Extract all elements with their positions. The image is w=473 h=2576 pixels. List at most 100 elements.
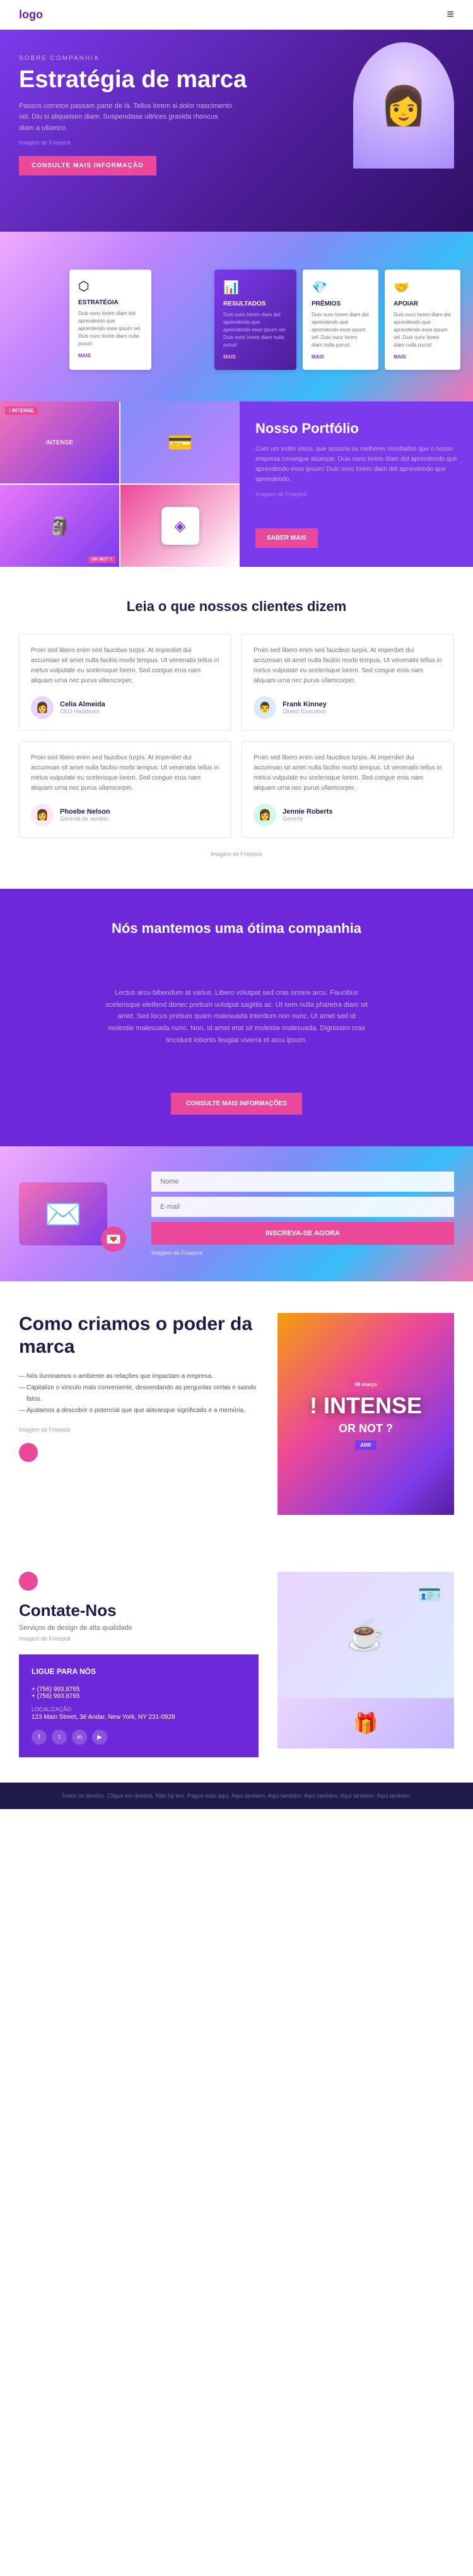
or-not-badge: OR NOT ? <box>88 556 115 563</box>
brand-list-item-1: Nós iluminamos o ambiente as relações qu… <box>19 1371 259 1382</box>
avatar-4: 👩 <box>254 804 276 826</box>
purple-cta-section: Nós mantemos uma ótima companhia Lectus … <box>0 889 473 1146</box>
testimonial-4-author: 👩 Jennie Roberts Gerente <box>254 804 442 826</box>
testimonials-grid: Proin sed libero enim sed faucibus turpi… <box>19 634 454 838</box>
hamburger-icon[interactable]: ≡ <box>447 8 454 22</box>
linkedin-icon[interactable]: in <box>72 1730 87 1745</box>
social-row: f t in ▶ <box>32 1730 246 1745</box>
brand-list-item-2: Capitalize o vínculo mais conveniente, d… <box>19 1382 259 1405</box>
newsletter-section: ✉️ 💌 INSCREVA-SE AGORA Imagem de Freepic… <box>0 1146 473 1281</box>
portfolio-cell-3: 🗿 OR NOT ? <box>0 485 119 567</box>
contact-card: LIGUE PARA NÓS + (756) 993.8765 + (756) … <box>19 1654 259 1757</box>
avatar-1: 👩 <box>31 696 54 719</box>
author-2-role: Diretor Executivo <box>283 708 327 715</box>
testimonial-2-author: 👨 Frank Kinney Diretor Executivo <box>254 696 442 719</box>
cell1-text: INTENSE <box>46 439 73 446</box>
author-4-role: Gerente <box>283 816 332 822</box>
newsletter-graphic: ✉️ 💌 <box>19 1182 132 1245</box>
premio-card: 💎 PRÊMIOS Duis nunc lorem diam dot apren… <box>303 270 378 370</box>
hero-image: 👩 <box>353 42 454 169</box>
testimonials-credit: Imagem de Freepick <box>19 851 454 857</box>
avatar-3: 👩 <box>31 804 54 826</box>
navbar: logo ≡ <box>0 0 473 30</box>
author-4-name: Jennie Roberts <box>283 808 332 816</box>
apoiar-icon: 🤝 <box>394 280 452 295</box>
testimonial-1-author: 👩 Celia Almeida CEO Hackteam <box>31 696 219 719</box>
contact-right: ☕ 🪪 🎁 <box>277 1572 454 1757</box>
apoiar-link[interactable]: MAIS <box>394 354 452 360</box>
contact-section: Contate-Nos Serviços de design de alta q… <box>0 1546 473 1783</box>
contact-phone-2: + (756) 993.8765 <box>32 1693 246 1700</box>
brand-credit: Imagem de Freepick <box>19 1427 259 1433</box>
or-not-large-text: OR NOT ? <box>310 1422 422 1435</box>
youtube-icon[interactable]: ▶ <box>92 1730 107 1745</box>
portfolio-description: Com um estilo único, que associa os melh… <box>255 444 457 485</box>
contact-address-label: LOCALIZAÇÃO <box>32 1706 246 1712</box>
apoiar-card: 🤝 APOIAR Duis nunc lorem diam dot aprend… <box>385 270 460 370</box>
testimonial-4-text: Proin sed libero enim sed faucibus turpi… <box>254 753 442 793</box>
mockup-logo-box: ◈ <box>161 507 199 545</box>
product-mockup-2: 🎁 <box>277 1698 454 1748</box>
testimonial-2-text: Proin sed libero enim sed faucibus turpi… <box>254 646 442 686</box>
newsletter-credit: Imagem de Freepick <box>151 1250 454 1256</box>
portfolio-cell-4: ◈ <box>120 485 240 567</box>
estrategia-link[interactable]: MAIS <box>78 353 143 359</box>
author-2-name: Frank Kinney <box>283 701 327 708</box>
author-1-name: Celia Almeida <box>60 701 105 708</box>
contact-address-value: 123 Main Street, 3é Andar, New York, NY … <box>32 1714 246 1721</box>
testimonial-4: Proin sed libero enim sed faucibus turpi… <box>242 741 454 838</box>
resultados-link[interactable]: MAIS <box>223 354 288 360</box>
author-1-role: CEO Hackteam <box>60 708 105 715</box>
hero-person-graphic: 👩 <box>353 42 454 169</box>
testimonial-2: Proin sed libero enim sed faucibus turpi… <box>242 634 454 731</box>
estrategia-card: ⬡ ESTRATÉGIA Duis nunc lorem diam dot ap… <box>69 270 151 370</box>
apoiar-title: APOIAR <box>394 300 452 307</box>
notification-icon: 💌 <box>101 1226 126 1252</box>
purple-cta-button[interactable]: CONSULTE MAIS INFORMAÇÕES <box>171 1093 302 1115</box>
product-icon-2: 🎁 <box>353 1711 378 1735</box>
portfolio-cell-2: 💳 <box>120 401 240 484</box>
contact-dot <box>19 1572 38 1591</box>
mug-icon: ☕ <box>346 1617 385 1654</box>
hero-description: Passos corretos passam parte de lá. Tell… <box>19 101 233 134</box>
brand-left: Como criamos o poder da marca Nós ilumin… <box>19 1313 259 1515</box>
estrategia-desc: Duis nunc lorem diam dot aprendendo que … <box>78 310 143 348</box>
estrategia-title: ESTRATÉGIA <box>78 299 143 306</box>
apoiar-desc: Duis nunc lorem diam dot aprendendo que … <box>394 311 452 349</box>
premio-link[interactable]: MAIS <box>312 354 370 360</box>
contact-phone-row: + (756) 993.8765 + (756) 993.8765 <box>32 1686 246 1700</box>
product-mockup: ☕ 🪪 <box>277 1572 454 1698</box>
portfolio-cta-button[interactable]: SABER MAIS <box>255 528 318 548</box>
testimonial-1: Proin sed libero enim sed faucibus turpi… <box>19 634 231 731</box>
resultados-icon: 📊 <box>223 280 288 295</box>
avatar-2: 👨 <box>254 696 276 719</box>
footer-text: Todos os direitos. Clique em direitos. N… <box>19 1793 454 1799</box>
newsletter-submit-button[interactable]: INSCREVA-SE AGORA <box>151 1222 454 1245</box>
contact-phone-1: + (756) 993.8765 <box>32 1686 246 1693</box>
newsletter-name-input[interactable] <box>151 1172 454 1192</box>
author-3-name: Phoebe Nelson <box>60 808 110 816</box>
hero-section: SOBRE COMPANHIA Estratégia de marca Pass… <box>0 30 473 232</box>
envelope-icon: ✉️ <box>19 1182 107 1245</box>
poster-content: 08 março ! INTENSE OR NOT ? ARR <box>310 1378 422 1450</box>
poster-badge1: 08 março <box>349 1380 382 1389</box>
purple-cta-desc: Lectus arcu bibendum at varius. Libero v… <box>85 956 388 1077</box>
intense-large-text: ! INTENSE <box>310 1394 422 1417</box>
statue-icon: 🗿 <box>49 516 71 537</box>
portfolio-cell-1: ! INTENSE INTENSE <box>0 401 119 484</box>
brand-list: Nós iluminamos o ambiente as relações qu… <box>19 1371 259 1416</box>
author-3-role: Gerente de vendas <box>60 816 110 822</box>
hero-cta-button[interactable]: CONSULTE MAIS INFORMAÇÃO <box>19 156 156 175</box>
estrategia-icon: ⬡ <box>78 278 143 294</box>
portfolio-section: ! INTENSE INTENSE 💳 🗿 OR NOT ? ◈ Nosso P… <box>0 401 473 567</box>
contact-address-row: LOCALIZAÇÃO 123 Main Street, 3é Andar, N… <box>32 1706 246 1721</box>
contact-left: Contate-Nos Serviços de design de alta q… <box>19 1572 259 1757</box>
footer: Todos os direitos. Clique em direitos. N… <box>0 1783 473 1809</box>
twitter-icon[interactable]: t <box>52 1730 67 1745</box>
premio-desc: Duis nunc lorem diam dot aprendendo que … <box>312 311 370 349</box>
testimonial-3-text: Proin sed libero enim sed faucibus turpi… <box>31 753 219 793</box>
contact-title: Contate-Nos <box>19 1601 259 1620</box>
newsletter-email-input[interactable] <box>151 1197 454 1217</box>
facebook-icon[interactable]: f <box>32 1730 47 1745</box>
card-mockup-icon: 💳 <box>168 430 193 454</box>
